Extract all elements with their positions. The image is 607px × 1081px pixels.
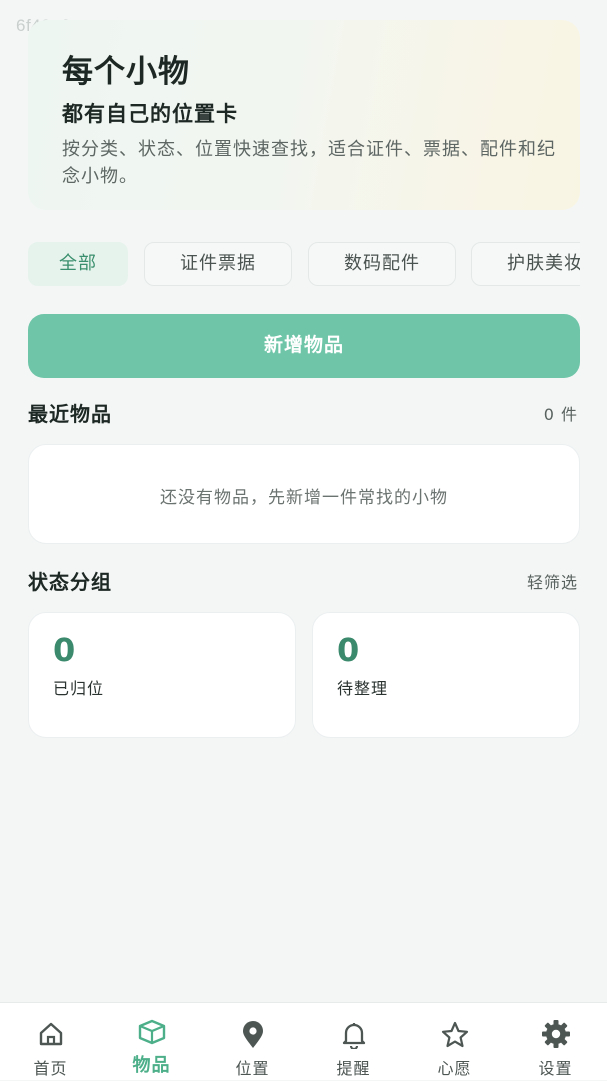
bottom-tab-bar: 首页 物品 位置 提醒 心愿 设置 <box>0 1002 607 1080</box>
status-group-title: 状态分组 <box>28 570 112 594</box>
tab-label: 提醒 <box>336 1059 371 1078</box>
empty-state-text: 还没有物品，先新增一件常找的小物 <box>160 488 448 508</box>
tab-location[interactable]: 位置 <box>202 1003 303 1081</box>
recent-items-empty-card: 还没有物品，先新增一件常找的小物 <box>28 444 580 544</box>
category-filter-bar: 全部 证件票据 数码配件 护肤美妆 <box>28 242 580 288</box>
box-icon <box>138 1019 165 1045</box>
status-count: 0 <box>337 631 360 669</box>
tab-label: 物品 <box>132 1055 171 1076</box>
filter-chip-digital[interactable]: 数码配件 <box>308 242 456 286</box>
light-filter-link[interactable]: 轻筛选 <box>527 569 578 593</box>
filter-chip-documents[interactable]: 证件票据 <box>144 242 292 286</box>
add-item-button[interactable]: 新增物品 <box>28 314 580 378</box>
gear-icon <box>541 1020 570 1048</box>
tab-label: 设置 <box>538 1059 573 1078</box>
hero-description: 按分类、状态、位置快速查找，适合证件、票据、配件和纪念小物。 <box>62 139 556 187</box>
bell-icon <box>342 1023 365 1049</box>
filter-chip-all[interactable]: 全部 <box>28 242 128 286</box>
location-pin-icon <box>242 1021 263 1048</box>
tab-home[interactable]: 首页 <box>0 1003 101 1081</box>
tab-label: 心愿 <box>437 1059 472 1078</box>
home-icon <box>39 1022 62 1046</box>
filter-chip-skincare[interactable]: 护肤美妆 <box>471 242 580 286</box>
hero-subtitle: 都有自己的位置卡 <box>62 102 238 126</box>
status-card-returned[interactable]: 0 已归位 <box>28 612 296 738</box>
tab-label: 位置 <box>235 1059 270 1078</box>
status-label: 已归位 <box>53 679 105 698</box>
tab-reminder[interactable]: 提醒 <box>303 1003 404 1081</box>
hero-title: 每个小物 <box>62 54 190 90</box>
tab-wishlist[interactable]: 心愿 <box>404 1003 505 1081</box>
status-count: 0 <box>53 631 76 669</box>
status-card-to-organize[interactable]: 0 待整理 <box>312 612 580 738</box>
tab-label: 首页 <box>33 1059 68 1078</box>
recent-items-title: 最近物品 <box>28 402 112 426</box>
status-label: 待整理 <box>337 679 389 698</box>
star-icon <box>441 1021 468 1048</box>
tab-settings[interactable]: 设置 <box>505 1003 606 1081</box>
recent-items-count: 0 件 <box>543 405 578 424</box>
tab-items[interactable]: 物品 <box>101 1003 202 1081</box>
